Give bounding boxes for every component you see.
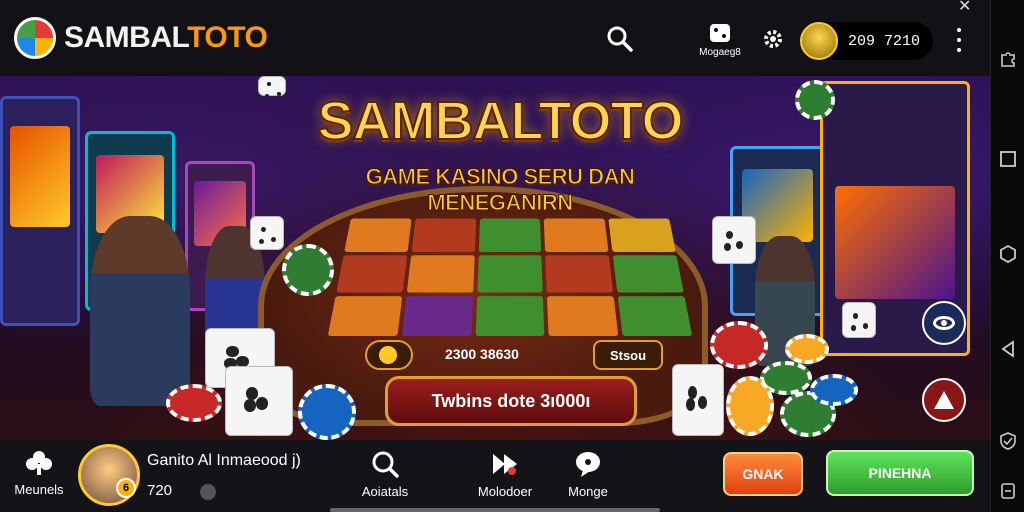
system-nav-rail xyxy=(990,0,1024,512)
nav-actions[interactable]: Aoiatals xyxy=(355,450,415,499)
dice-icon xyxy=(710,24,730,42)
banner-cta-button[interactable]: Twbins dote 3ı000ı xyxy=(385,376,637,426)
grid-cell xyxy=(478,218,542,253)
settings-button[interactable] xyxy=(762,28,784,50)
recents-square-icon[interactable] xyxy=(999,150,1017,168)
slot-screen xyxy=(10,125,70,227)
banner-subtitle: GAME KASINO SERU DAN MENEGANIRN xyxy=(365,164,635,216)
logo-badge-icon xyxy=(14,17,56,59)
casino-chip-icon xyxy=(726,376,774,436)
dice-image xyxy=(250,216,284,250)
casino-chip-icon xyxy=(298,384,356,440)
dice-image xyxy=(258,76,286,96)
scroll-indicator[interactable] xyxy=(330,508,660,512)
nav-menu-label: Meunels xyxy=(14,482,64,497)
shield-check-icon[interactable] xyxy=(999,432,1017,450)
banner-info-strip: 2300 38630 Stsou xyxy=(365,340,665,370)
banner-info-tag: Stsou xyxy=(593,340,663,370)
player-figure-image xyxy=(90,216,190,406)
casino-chip-icon xyxy=(710,321,768,369)
casino-chip-icon xyxy=(282,244,334,296)
back-triangle-icon[interactable] xyxy=(999,340,1017,358)
fast-forward-icon xyxy=(493,454,517,475)
casino-chip-icon xyxy=(795,80,835,120)
close-icon[interactable]: ✕ xyxy=(958,0,971,16)
clover-icon xyxy=(26,451,52,475)
gear-icon xyxy=(764,30,782,48)
home-hexagon-icon[interactable] xyxy=(999,245,1017,263)
dice-image xyxy=(672,364,724,436)
nav-modes[interactable]: Molodoer xyxy=(470,450,540,499)
grid-cell xyxy=(545,255,614,293)
betting-grid-image xyxy=(327,218,693,337)
logo-text-accent: TOTO xyxy=(187,21,268,54)
logo-text-main: SAMBAL xyxy=(64,21,188,54)
brand-logo[interactable]: SAMBALTOTO xyxy=(14,17,268,59)
status-dot-icon xyxy=(200,484,216,500)
dice-image xyxy=(842,302,876,338)
grid-cell xyxy=(401,295,473,337)
top-bar: SAMBALTOTO Mogaeg8 209 7210 ✕ xyxy=(0,0,990,76)
kebab-dot xyxy=(957,38,961,42)
hero-banner[interactable]: SAMBALTOTO GAME KASINO SERU DAN MENEGANI… xyxy=(0,76,990,440)
grid-cell xyxy=(617,295,693,337)
secondary-action-button[interactable]: GNAK xyxy=(723,452,803,496)
balance-pill[interactable]: 209 7210 xyxy=(800,22,933,60)
grid-cell xyxy=(476,255,544,293)
arrow-up-icon xyxy=(934,391,954,409)
grid-cell xyxy=(547,295,619,337)
avatar xyxy=(800,22,838,60)
kebab-dot xyxy=(957,28,961,32)
puzzle-icon[interactable] xyxy=(999,50,1017,68)
grid-cell xyxy=(336,255,407,293)
bottom-bar: Meunels 6 Ganito Al Inmaeood j) 720 Aoia… xyxy=(0,440,990,512)
chat-bubble-icon xyxy=(576,452,600,477)
grid-cell xyxy=(344,218,412,253)
grid-cell xyxy=(411,218,476,253)
banner-info-numbers: 2300 38630 xyxy=(445,346,519,362)
games-button[interactable]: Mogaeg8 xyxy=(690,18,750,62)
player-badge: 6 xyxy=(116,478,136,498)
casino-chip-icon xyxy=(785,334,829,364)
grid-cell xyxy=(406,255,475,293)
search-icon xyxy=(372,451,399,478)
casino-chip-icon xyxy=(166,384,222,422)
nav-more[interactable]: Monge xyxy=(563,450,613,499)
app-window: SAMBALTOTO Mogaeg8 209 7210 ✕ SAMBALTOTO… xyxy=(0,0,1024,512)
kebab-dot xyxy=(957,48,961,52)
player-level: 720 xyxy=(147,482,173,499)
search-button[interactable] xyxy=(605,24,635,54)
screenshot-icon[interactable] xyxy=(999,482,1017,500)
eye-icon xyxy=(933,316,955,330)
primary-action-button[interactable]: PINEHNA xyxy=(826,450,974,496)
search-icon xyxy=(607,26,633,52)
grid-cell xyxy=(544,218,609,253)
dice-image xyxy=(225,366,293,436)
grid-cell xyxy=(327,295,403,337)
scroll-up-button[interactable] xyxy=(922,378,966,422)
coin-icon xyxy=(365,340,413,370)
player-name: Ganito Al Inmaeood j) xyxy=(147,452,301,469)
balance-amount: 209 7210 xyxy=(848,32,921,50)
slot-machine-image xyxy=(0,96,80,326)
games-label: Mogaeg8 xyxy=(699,47,741,58)
dice-image xyxy=(712,216,756,264)
grid-cell xyxy=(475,295,545,337)
nav-actions-label: Aoiatals xyxy=(361,484,409,499)
more-menu-button[interactable] xyxy=(952,28,966,52)
slot-screen xyxy=(834,186,956,300)
grid-cell xyxy=(608,218,676,253)
view-toggle-button[interactable] xyxy=(922,301,966,345)
logo-text: SAMBALTOTO xyxy=(64,21,268,55)
nav-menu[interactable]: Meunels xyxy=(14,450,64,497)
grid-cell xyxy=(613,255,684,293)
nav-modes-label: Molodoer xyxy=(477,484,533,499)
banner-title: SAMBALTOTO xyxy=(317,90,685,152)
nav-more-label: Monge xyxy=(568,484,608,499)
casino-chip-icon xyxy=(810,374,858,406)
